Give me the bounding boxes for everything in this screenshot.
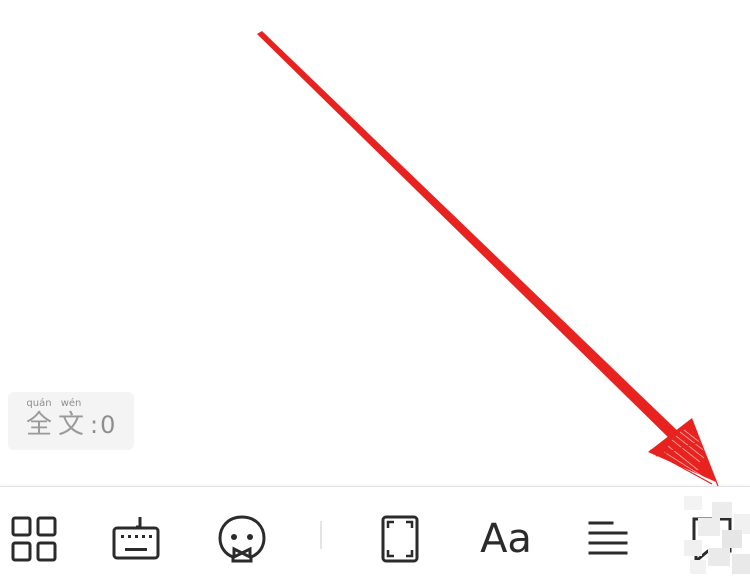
hanzi-wen: 文 — [58, 410, 85, 440]
arrow-shaft — [257, 31, 684, 445]
hanzi-quan: 全 — [26, 410, 53, 440]
word-count-value: :0 — [90, 411, 118, 439]
pinyin-quan: quán — [26, 398, 52, 409]
watermark-mosaic — [684, 496, 750, 574]
arrow-head — [648, 418, 716, 482]
word-count-char-quan: quán 全 — [26, 398, 52, 440]
editor-screen: quán 全 wén 文 :0 Aa — [0, 0, 750, 578]
keyboard-icon — [112, 517, 160, 560]
font-size-button[interactable]: Aa — [476, 511, 536, 567]
word-count-badge: quán 全 wén 文 :0 — [8, 392, 134, 450]
bottom-toolbar: Aa — [0, 486, 750, 578]
arrow-sketch-strokes — [649, 419, 719, 487]
toolbar-divider — [320, 521, 322, 549]
apps-icon — [11, 516, 57, 562]
font-size-icon: Aa — [480, 516, 532, 562]
word-count-text: quán 全 wén 文 :0 — [26, 398, 117, 440]
pinyin-wen: wén — [60, 398, 82, 409]
fullscreen-button[interactable] — [372, 511, 428, 567]
align-button[interactable] — [580, 511, 636, 567]
fullscreen-icon — [381, 515, 419, 563]
apps-button[interactable] — [6, 511, 62, 567]
arrow-head-texture — [663, 429, 707, 477]
emoji-button[interactable] — [214, 511, 270, 567]
align-left-icon — [588, 521, 628, 555]
keyboard-button[interactable] — [108, 511, 164, 567]
word-count-char-wen: wén 文 — [58, 398, 84, 440]
emoji-icon — [218, 515, 266, 563]
